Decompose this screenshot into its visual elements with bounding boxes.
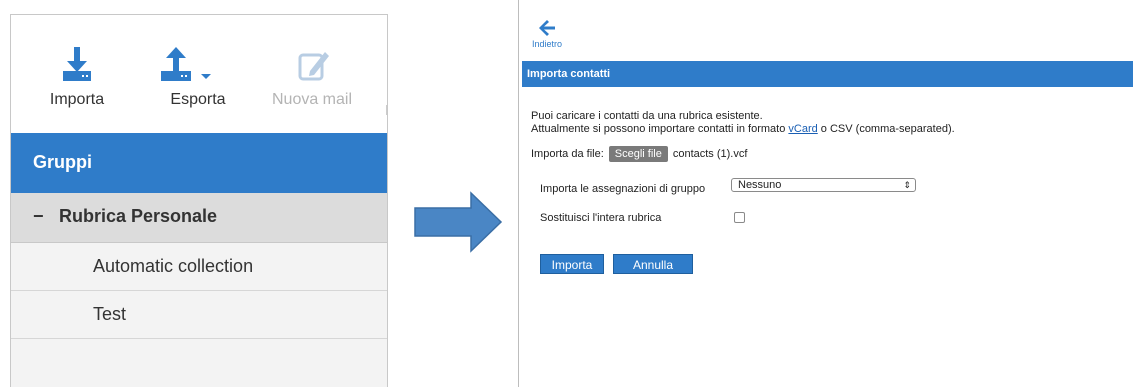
group-assign-label: Importa le assegnazioni di gruppo xyxy=(540,183,706,195)
group-root-label: Rubrica Personale xyxy=(59,206,218,226)
contacts-sidebar: Importa Esporta Nuova mail Gruppi − Rubri… xyxy=(10,14,388,387)
import-label: Importa xyxy=(49,91,105,108)
import-icon xyxy=(63,47,91,81)
group-assign-value: Nessuno xyxy=(738,179,782,191)
import-submit-button[interactable]: Importa xyxy=(540,254,604,274)
toolbar-divider xyxy=(386,105,387,115)
choose-file-button[interactable]: Scegli file xyxy=(608,146,668,162)
export-label: Esporta xyxy=(170,91,226,108)
import-header: Importa contatti xyxy=(522,61,1133,87)
collapse-toggle[interactable]: − xyxy=(33,206,47,227)
arrow-left-icon xyxy=(539,20,555,36)
file-label: Importa da file: xyxy=(531,148,604,160)
toolbar: Importa Esporta Nuova mail xyxy=(11,15,387,133)
info-suffix: o CSV (comma-separated). xyxy=(817,123,955,135)
info-line-2: Attualmente si possono importare contatt… xyxy=(531,123,955,136)
replace-checkbox[interactable] xyxy=(734,212,745,223)
group-root-personal[interactable]: − Rubrica Personale xyxy=(11,193,387,243)
compose-icon xyxy=(298,52,329,81)
replace-label: Sostituisci l'intera rubrica xyxy=(540,212,662,224)
vcard-link[interactable]: vCard xyxy=(788,123,817,135)
back-button[interactable]: Indietro xyxy=(525,20,569,49)
group-item-automatic-collection[interactable]: Automatic collection xyxy=(11,243,387,291)
transition-arrow-icon xyxy=(414,191,503,253)
groups-header: Gruppi xyxy=(11,133,387,193)
info-line-1: Puoi caricare i contatti da una rubrica … xyxy=(531,110,763,122)
chevron-down-icon xyxy=(201,74,211,79)
import-contacts-dialog: Indietro Importa contatti Puoi caricare … xyxy=(518,0,1133,387)
new-mail-button[interactable]: Nuova mail xyxy=(257,43,367,109)
updown-icon: ⇕ xyxy=(903,180,911,190)
export-button[interactable]: Esporta xyxy=(153,43,243,109)
back-label: Indietro xyxy=(531,39,563,49)
cancel-button[interactable]: Annulla xyxy=(613,254,693,274)
info-prefix: Attualmente si possono importare contatt… xyxy=(531,123,789,135)
group-assign-select[interactable]: Nessuno ⇕ xyxy=(731,178,916,192)
export-icon xyxy=(161,47,211,81)
import-button[interactable]: Importa xyxy=(37,43,117,109)
new-mail-label: Nuova mail xyxy=(271,91,353,108)
import-info: Puoi caricare i contatti da una rubrica … xyxy=(531,110,955,136)
file-row: Importa da file: Scegli file contacts (1… xyxy=(531,146,747,162)
file-name: contacts (1).vcf xyxy=(672,148,748,160)
group-item-test[interactable]: Test xyxy=(11,291,387,339)
